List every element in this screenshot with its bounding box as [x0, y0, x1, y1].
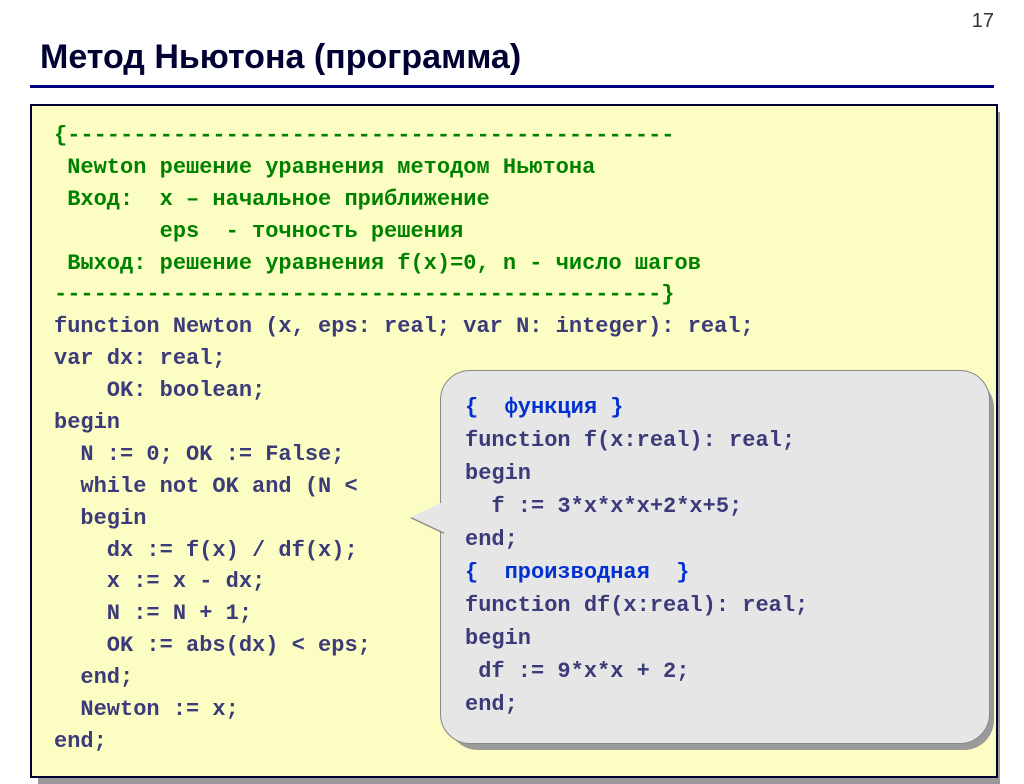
- bubble-line: f := 3*x*x*x+2*x+5;: [465, 494, 742, 519]
- bubble-comment: { функция }: [465, 395, 623, 420]
- comment-line: eps - точность решения: [54, 219, 463, 244]
- bubble-tail: [411, 501, 445, 533]
- code-line: OK: boolean;: [54, 378, 265, 403]
- comment-line: Выход: решение уравнения f(x)=0, n - чис…: [54, 251, 701, 276]
- bubble-line: df := 9*x*x + 2;: [465, 659, 689, 684]
- code-line: OK := abs(dx) < eps;: [54, 633, 371, 658]
- comment-line: Newton решение уравнения методом Ньютона: [54, 155, 595, 180]
- title-underline: [30, 85, 994, 88]
- bubble-line: function f(x:real): real;: [465, 428, 795, 453]
- code-line: end;: [54, 729, 107, 754]
- bubble-line: begin: [465, 626, 531, 651]
- bubble-line: function df(x:real): real;: [465, 593, 808, 618]
- code-line: end;: [54, 665, 133, 690]
- comment-line: {---------------------------------------…: [54, 123, 675, 148]
- callout-bubble: { функция } function f(x:real): real; be…: [440, 370, 990, 744]
- bubble-comment: { производная }: [465, 560, 689, 585]
- bubble-content: { функция } function f(x:real): real; be…: [465, 391, 965, 721]
- code-line: N := 0; OK := False;: [54, 442, 344, 467]
- code-line: begin: [54, 410, 120, 435]
- bubble-line: end;: [465, 527, 518, 552]
- comment-line: Вход: x – начальное приближение: [54, 187, 490, 212]
- comment-line: ----------------------------------------…: [54, 282, 675, 307]
- code-line: dx := f(x) / df(x);: [54, 538, 358, 563]
- code-line: x := x - dx;: [54, 569, 265, 594]
- bubble-box: { функция } function f(x:real): real; be…: [440, 370, 990, 744]
- code-line: N := N + 1;: [54, 601, 252, 626]
- code-line: while not OK and (N <: [54, 474, 358, 499]
- page-number: 17: [972, 10, 994, 33]
- page-title: Метод Ньютона (программа): [0, 0, 1024, 85]
- code-line: Newton := x;: [54, 697, 239, 722]
- bubble-line: begin: [465, 461, 531, 486]
- code-line: begin: [54, 506, 146, 531]
- code-line: var dx: real;: [54, 346, 226, 371]
- bubble-line: end;: [465, 692, 518, 717]
- code-line: function Newton (x, eps: real; var N: in…: [54, 314, 754, 339]
